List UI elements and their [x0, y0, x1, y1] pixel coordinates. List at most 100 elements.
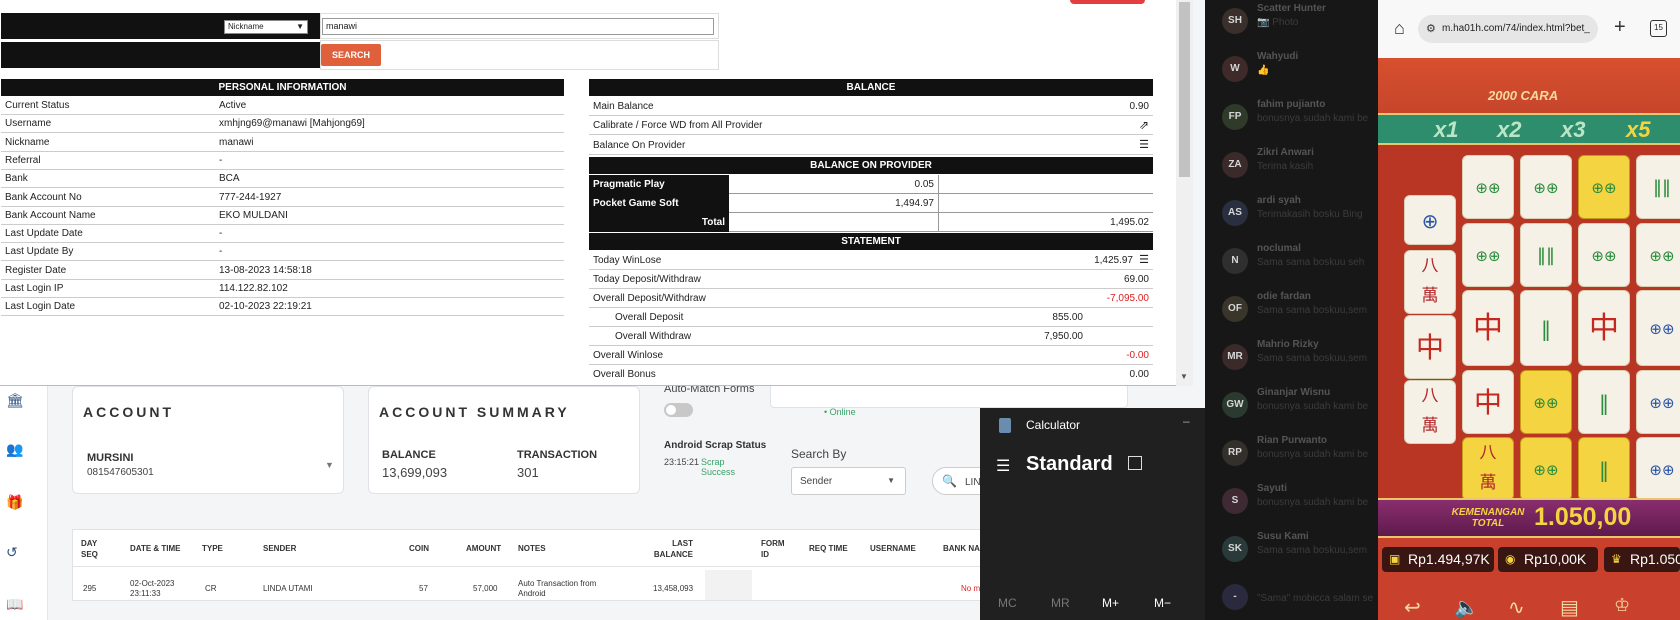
- chat-list-item[interactable]: Nnoclumal Sama sama boskuu seh: [1205, 240, 1378, 288]
- balance-value: 13,699,093: [382, 465, 448, 480]
- trophy-icon: ♛: [1611, 552, 1622, 566]
- chat-list-item[interactable]: MR Mahrio Rizky Sama sama boskuu,sem: [1205, 336, 1378, 384]
- mahjong-tile: 八萬: [1462, 437, 1514, 501]
- avatar: S: [1222, 488, 1248, 514]
- chat-name: Susu Kami: [1257, 531, 1309, 542]
- transaction-table: DAY SEQ DATE & TIME TYPE SENDER COIN AMO…: [72, 529, 1008, 601]
- bet-box: ◉ Rp10,00K: [1498, 547, 1598, 572]
- mahjong-tile: ⊕⊕: [1636, 223, 1680, 287]
- cell-partial: No m: [961, 584, 981, 593]
- chat-list-item[interactable]: SH Scatter Hunter 📷 Photo: [1205, 0, 1378, 48]
- memory-recall-button[interactable]: MR: [1051, 596, 1070, 610]
- mahjong-tile: ⊕⊕: [1578, 223, 1630, 287]
- url-bar[interactable]: ⚙ m.ha01h.com/74/index.html?bet_: [1418, 15, 1598, 43]
- main-balance-label: Main Balance: [593, 101, 654, 112]
- avatar: RP: [1222, 440, 1248, 466]
- tab-count-icon[interactable]: 15: [1650, 20, 1667, 37]
- book-icon[interactable]: 📖: [6, 597, 23, 611]
- memory-subtract-button[interactable]: M−: [1154, 596, 1171, 610]
- mahjong-tile: ‖‖: [1636, 155, 1680, 219]
- chat-list-item[interactable]: RP Rian Purwanto bonusnya sudah kami be: [1205, 432, 1378, 480]
- chat-list-item[interactable]: AS ardi syah Terimakasih bosku Bing: [1205, 192, 1378, 240]
- hamburger-menu-icon[interactable]: ☰: [996, 456, 1010, 476]
- list-icon[interactable]: ☰: [1139, 136, 1149, 155]
- mahjong-tile: 八萬: [1404, 250, 1456, 314]
- chat-name: Mahrio Rizky: [1257, 339, 1319, 350]
- personal-info-row: Nickname manawi: [1, 134, 564, 152]
- chat-list-item[interactable]: GW Ginanjar Wisnu bonusnya sudah kami be: [1205, 384, 1378, 432]
- auto-match-toggle[interactable]: [664, 403, 693, 417]
- new-tab-icon[interactable]: +: [1614, 16, 1626, 39]
- bank-icon[interactable]: 🏛: [6, 393, 24, 407]
- back-icon[interactable]: ↩: [1404, 595, 1421, 620]
- search-type-select[interactable]: Nickname ▼: [224, 20, 308, 34]
- avatar: OF: [1222, 296, 1248, 322]
- users-icon[interactable]: 👥: [6, 442, 23, 456]
- vertical-scrollbar[interactable]: ▼: [1176, 0, 1193, 386]
- today-dw-label: Today Deposit/Withdraw: [593, 274, 701, 285]
- mahjong-tile: ‖: [1578, 370, 1630, 434]
- avatar: N: [1222, 248, 1248, 274]
- personal-info-row: Referral -: [1, 152, 564, 170]
- main-balance-value: 0.90: [1129, 101, 1149, 112]
- cell-datetime: 02-Oct-2023 23:11:33: [130, 579, 175, 598]
- chevron-down-icon[interactable]: ▼: [325, 460, 334, 470]
- personal-info-value: manawi: [219, 136, 254, 148]
- search-type-value: Nickname: [228, 22, 264, 31]
- today-winlose-row: Today WinLose 1,425.97 ☰: [589, 251, 1153, 270]
- chat-list-item[interactable]: S Sayuti bonusnya sudah kami be: [1205, 480, 1378, 528]
- minimize-icon[interactable]: –: [1183, 414, 1190, 428]
- cell-notes: Auto Transaction from Android: [518, 579, 597, 598]
- search-button[interactable]: SEARCH: [321, 44, 381, 66]
- keep-on-top-icon[interactable]: [1128, 456, 1142, 470]
- chat-name: Wahyudi: [1257, 51, 1299, 62]
- cell-type: CR: [205, 584, 217, 593]
- site-settings-icon[interactable]: ⚙: [1426, 22, 1436, 35]
- window-control[interactable]: [1070, 0, 1145, 4]
- external-link-icon[interactable]: ⇗: [1139, 116, 1149, 135]
- balance-title: BALANCE: [589, 79, 1153, 96]
- chat-last-message: Sama sama boskuu,sem: [1257, 353, 1368, 364]
- chart-icon[interactable]: ∿: [1508, 595, 1525, 620]
- personal-info-value: Active: [219, 100, 247, 111]
- game-header: 2000 CARA: [1378, 58, 1680, 120]
- overall-withdraw-row: Overall Withdraw 7,950.00: [589, 327, 1153, 346]
- paytable-icon[interactable]: ▤: [1560, 595, 1579, 620]
- search-by-select[interactable]: Sender ▼: [791, 467, 906, 495]
- home-icon[interactable]: ⌂: [1394, 18, 1405, 39]
- win-history-icon[interactable]: ♔: [1614, 595, 1630, 616]
- overall-bonus-label: Overall Bonus: [593, 369, 656, 380]
- col-day-seq: DAY SEQ: [81, 539, 98, 559]
- memory-clear-button[interactable]: MC: [998, 596, 1017, 610]
- sound-icon[interactable]: 🔈: [1454, 595, 1479, 620]
- chat-name: odie fardan: [1257, 291, 1311, 302]
- scrollbar-thumb[interactable]: [1179, 2, 1190, 177]
- chat-name: Scatter Hunter: [1257, 3, 1326, 14]
- overall-dw-row: Overall Deposit/Withdraw -7,095.00: [589, 289, 1153, 308]
- personal-info-row: Last Login IP 114.122.82.102: [1, 280, 564, 298]
- coin-icon: ◉: [1505, 552, 1516, 566]
- reels-area: ⊕ 八萬 中 八萬 ⊕⊕ ⊕⊕ 中 中 八萬 ⊕⊕ ‖‖ ‖ ⊕⊕ ⊕⊕ ⊕⊕ …: [1378, 145, 1680, 501]
- personal-info-row: Bank Account Name EKO MULDANI: [1, 207, 564, 225]
- chat-list-item[interactable]: ZA Zikri Anwari Terima kasih: [1205, 144, 1378, 192]
- scrap-status: Scrap Success: [701, 457, 736, 477]
- memory-add-button[interactable]: M+: [1102, 596, 1119, 610]
- overall-dw-value: -7,095.00: [1106, 293, 1149, 304]
- personal-info-title: PERSONAL INFORMATION: [1, 79, 564, 96]
- gift-icon[interactable]: 🎁: [6, 495, 23, 509]
- chat-name: Rian Purwanto: [1257, 435, 1328, 446]
- personal-info-label: Referral: [5, 154, 41, 166]
- history-icon[interactable]: ↺: [6, 545, 20, 559]
- chat-list-item[interactable]: OF odie fardan Sama sama boskuu,sem: [1205, 288, 1378, 336]
- avatar: GW: [1222, 392, 1248, 418]
- member-search-input[interactable]: manawi: [322, 18, 714, 35]
- chat-list-item[interactable]: SK Susu Kami Sama sama boskuu,sem: [1205, 528, 1378, 576]
- list-icon[interactable]: ☰: [1139, 251, 1149, 270]
- mahjong-tile: ⊕⊕: [1578, 155, 1630, 219]
- overall-bonus-value: 0.00: [1129, 369, 1149, 380]
- personal-info-label: Nickname: [5, 136, 50, 148]
- chevron-down-icon[interactable]: ▼: [1180, 372, 1188, 381]
- chat-list-item[interactable]: - "Sama" mobicca salam se: [1205, 576, 1378, 620]
- chat-list-item[interactable]: W Wahyudi 👍: [1205, 48, 1378, 96]
- chat-list-item[interactable]: FP fahim pujianto bonusnya sudah kami be: [1205, 96, 1378, 144]
